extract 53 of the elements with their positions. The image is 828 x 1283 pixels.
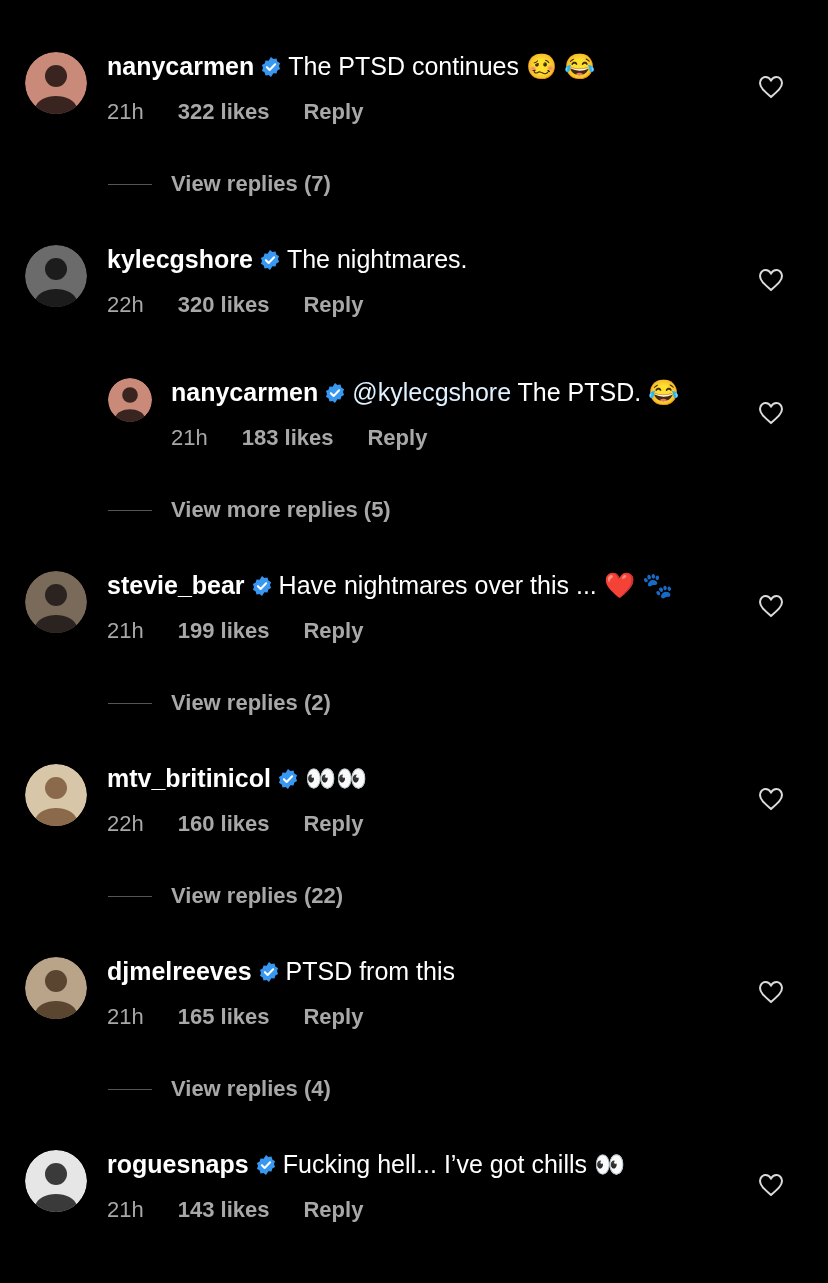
reply-button[interactable]: Reply (303, 288, 364, 322)
mention-link[interactable]: @kylecgshore (352, 378, 512, 406)
view-replies-button[interactable]: View replies (4) (171, 1072, 331, 1106)
avatar[interactable] (25, 1150, 87, 1212)
username-link[interactable]: nanycarmen (107, 52, 255, 80)
likes-count[interactable]: 199 likes (177, 614, 270, 648)
comment-text: The nightmares. (286, 245, 468, 273)
likes-count[interactable]: 160 likes (177, 807, 270, 841)
comment-text: Have nightmares over this ... ❤ 🐾 (278, 571, 673, 599)
username-link[interactable]: kylecgshore (107, 245, 253, 273)
comment-time: 21h (171, 424, 208, 452)
like-heart-icon[interactable] (758, 594, 784, 618)
reply-button[interactable]: Reply (303, 95, 364, 129)
reply-button[interactable]: Reply (303, 1193, 364, 1227)
comment-text: PTSD from this (285, 957, 456, 985)
like-heart-icon[interactable] (758, 401, 784, 425)
view-replies-button[interactable]: View replies (2) (171, 686, 331, 720)
username-link[interactable]: stevie_bear (107, 571, 245, 599)
avatar[interactable] (25, 52, 87, 114)
comment-text: Fucking hell... I’ve got chills 👀 (282, 1150, 625, 1178)
reply-button[interactable]: Reply (303, 807, 364, 841)
like-heart-icon[interactable] (758, 75, 784, 99)
comment-time: 22h (107, 810, 144, 838)
view-replies-button[interactable]: View replies (7) (171, 167, 331, 201)
reply-button[interactable]: Reply (367, 421, 428, 455)
like-heart-icon[interactable] (758, 268, 784, 292)
view-replies-button[interactable]: View more replies (5) (171, 493, 391, 527)
avatar[interactable] (25, 764, 87, 826)
comment-time: 21h (107, 1003, 144, 1031)
username-link[interactable]: djmelreeves (107, 957, 252, 985)
avatar[interactable] (108, 378, 152, 422)
comment-time: 21h (107, 1196, 144, 1224)
reply-button[interactable]: Reply (303, 614, 364, 648)
like-heart-icon[interactable] (758, 787, 784, 811)
avatar[interactable] (25, 957, 87, 1019)
like-heart-icon[interactable] (758, 980, 784, 1004)
likes-count[interactable]: 165 likes (177, 1000, 270, 1034)
likes-count[interactable]: 183 likes (241, 421, 334, 455)
comment-text: @kylecgshore The PTSD. 😂 (352, 378, 680, 406)
likes-count[interactable]: 322 likes (177, 95, 270, 129)
username-link[interactable]: mtv_britinicol (107, 764, 271, 792)
username-link[interactable]: roguesnaps (107, 1150, 249, 1178)
comment-time: 22h (107, 291, 144, 319)
view-replies-button[interactable]: View replies (22) (171, 879, 343, 913)
likes-count[interactable]: 320 likes (177, 288, 270, 322)
reply-button[interactable]: Reply (303, 1000, 364, 1034)
comment-time: 21h (107, 617, 144, 645)
comment-text: 👀👀 (304, 764, 367, 792)
comment-time: 21h (107, 98, 144, 126)
username-link[interactable]: nanycarmen (171, 378, 319, 406)
comment-text: The PTSD continues 🥴 😂 (288, 52, 595, 80)
like-heart-icon[interactable] (758, 1173, 784, 1197)
likes-count[interactable]: 143 likes (177, 1193, 270, 1227)
